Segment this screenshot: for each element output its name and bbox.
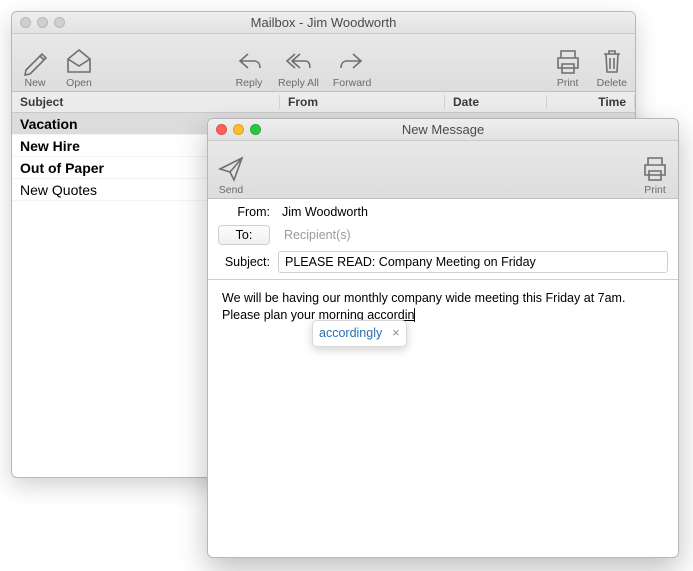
print-button[interactable]: Print <box>640 153 670 196</box>
window-controls <box>20 17 65 28</box>
body-text: We will be having our monthly company wi… <box>222 291 625 322</box>
reply-all-icon <box>283 46 313 76</box>
zoom-button[interactable] <box>54 17 65 28</box>
delete-button[interactable]: Delete <box>597 46 627 89</box>
paper-plane-icon <box>216 153 246 183</box>
compose-toolbar: Send Print <box>208 141 678 199</box>
minimize-button[interactable] <box>233 124 244 135</box>
autocomplete-suggestion[interactable]: accordingly <box>319 325 382 342</box>
message-body[interactable]: We will be having our monthly company wi… <box>208 280 678 558</box>
send-button[interactable]: Send <box>216 153 246 196</box>
col-time[interactable]: Time <box>547 95 635 109</box>
subject-label: Subject: <box>218 255 270 269</box>
mailbox-toolbar: New Open Reply Reply All <box>12 34 635 92</box>
col-from[interactable]: From <box>280 95 445 109</box>
close-button[interactable] <box>20 17 31 28</box>
subject-field[interactable] <box>278 251 668 273</box>
window-controls <box>216 124 261 135</box>
zoom-button[interactable] <box>250 124 261 135</box>
envelope-open-icon <box>64 46 94 76</box>
open-button[interactable]: Open <box>64 46 94 89</box>
mail-list-header: Subject From Date Time <box>12 92 635 113</box>
autocomplete-dismiss[interactable]: × <box>392 325 399 342</box>
close-button[interactable] <box>216 124 227 135</box>
to-button[interactable]: To: <box>218 225 270 245</box>
compose-titlebar: New Message <box>208 119 678 141</box>
compose-window: New Message Send Print From: Jim Woodwor… <box>207 118 679 558</box>
mailbox-titlebar: Mailbox - Jim Woodworth <box>12 12 635 34</box>
reply-all-button[interactable]: Reply All <box>278 46 319 89</box>
minimize-button[interactable] <box>37 17 48 28</box>
printer-icon <box>640 153 670 183</box>
pencil-icon <box>20 46 50 76</box>
col-date[interactable]: Date <box>445 95 547 109</box>
trash-icon <box>597 46 627 76</box>
compose-title: New Message <box>208 122 678 137</box>
forward-icon <box>337 46 367 76</box>
text-caret <box>414 308 415 322</box>
new-button[interactable]: New <box>20 46 50 89</box>
printer-icon <box>553 46 583 76</box>
forward-button[interactable]: Forward <box>333 46 372 89</box>
compose-fields: From: Jim Woodworth To: Subject: <box>208 199 678 280</box>
reply-button[interactable]: Reply <box>234 46 264 89</box>
from-value: Jim Woodworth <box>278 205 368 219</box>
reply-icon <box>234 46 264 76</box>
autocomplete-popup: accordingly × <box>312 320 407 347</box>
to-field[interactable] <box>278 224 668 246</box>
col-subject[interactable]: Subject <box>12 95 280 109</box>
print-button[interactable]: Print <box>553 46 583 89</box>
from-label: From: <box>218 205 270 219</box>
mailbox-title: Mailbox - Jim Woodworth <box>12 15 635 30</box>
